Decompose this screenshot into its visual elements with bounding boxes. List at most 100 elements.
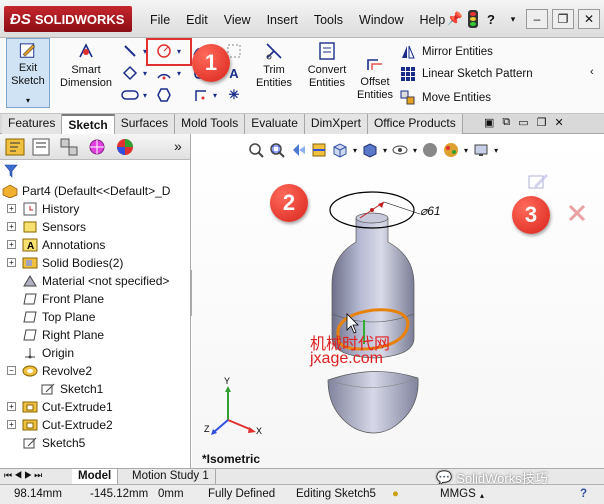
tab-sketch[interactable]: Sketch: [62, 114, 115, 134]
doc-restore-icon[interactable]: ⧉: [502, 116, 510, 129]
tree-item[interactable]: Sketch1: [0, 380, 190, 398]
restore-icon[interactable]: ❐: [552, 9, 574, 29]
arc-tool-icon[interactable]: [154, 64, 174, 82]
menu-view[interactable]: View: [216, 10, 259, 30]
move-entities-button[interactable]: Move Entities: [400, 90, 491, 106]
annotations-icon: A: [22, 238, 38, 252]
title-bar-right: 📌 ? ▾ – ❐ ✕: [446, 9, 600, 29]
tree-item[interactable]: + History: [0, 200, 190, 218]
callout-badge-3: 3: [512, 196, 550, 234]
solidworks-logo[interactable]: ƉS SOLIDWORKS: [4, 6, 132, 32]
slot-tool-icon[interactable]: [120, 86, 140, 104]
arc-dropdown-icon[interactable]: ▾: [174, 64, 184, 82]
tab-motion-study-1[interactable]: Motion Study 1: [126, 469, 216, 485]
doc-minimize-icon[interactable]: ▭: [518, 116, 528, 129]
menu-file[interactable]: File: [142, 10, 178, 30]
tree-item[interactable]: − Revolve2: [0, 362, 190, 380]
close-icon[interactable]: ✕: [578, 9, 600, 29]
graphics-area[interactable]: ▾ ▾ ▾ ▾ ▾ Y X Z ⌀61 机械时代网 jxage.com *Iso…: [192, 134, 604, 468]
expand-icon[interactable]: −: [7, 366, 16, 375]
point-dropdown-icon[interactable]: ▾: [210, 86, 220, 104]
tree-item[interactable]: Origin: [0, 344, 190, 362]
expand-icon[interactable]: +: [7, 420, 16, 429]
tree-item-label: Part4 (Default<<Default>_D: [22, 184, 171, 198]
tree-item[interactable]: + Cut-Extrude2: [0, 416, 190, 434]
point-tool-icon[interactable]: [190, 86, 210, 104]
menu-insert[interactable]: Insert: [259, 10, 306, 30]
expand-icon[interactable]: +: [7, 402, 16, 411]
watermark-url: jxage.com: [310, 350, 383, 367]
rebuild-traffic-light-icon[interactable]: [468, 10, 478, 28]
tree-item[interactable]: Right Plane: [0, 326, 190, 344]
tab-surfaces[interactable]: Surfaces: [114, 114, 176, 134]
dimxpertmanager-tab-icon[interactable]: [86, 137, 108, 157]
configurationmanager-tab-icon[interactable]: [58, 137, 80, 157]
tree-item-part[interactable]: Part4 (Default<<Default>_D: [0, 182, 190, 200]
rectangle-dropdown-icon[interactable]: ▾: [140, 64, 150, 82]
logo-text: SOLIDWORKS: [34, 11, 125, 27]
help-status-icon[interactable]: ?: [580, 488, 587, 500]
exit-sketch-button[interactable]: Exit Sketch ▾: [6, 38, 50, 108]
minimize-icon[interactable]: –: [526, 9, 548, 29]
tree-item[interactable]: Material <not specified>: [0, 272, 190, 290]
callout-badge-2: 2: [270, 184, 308, 222]
units-dropdown-icon[interactable]: ▴: [480, 491, 484, 500]
expand-icon[interactable]: +: [7, 204, 16, 213]
expand-icon[interactable]: +: [7, 222, 16, 231]
help-dropdown-icon[interactable]: ▾: [504, 10, 522, 28]
tab-mold-tools[interactable]: Mold Tools: [175, 114, 246, 134]
filter-icon[interactable]: [4, 164, 18, 178]
help-icon[interactable]: ?: [482, 10, 500, 28]
diameter-dimension[interactable]: ⌀61: [420, 204, 441, 218]
tree-item[interactable]: + Cut-Extrude1: [0, 398, 190, 416]
propertymanager-tab-icon[interactable]: [30, 137, 52, 157]
displaymanager-tab-icon[interactable]: [114, 137, 136, 157]
pin-icon[interactable]: 📌: [446, 10, 464, 28]
command-tabs: Features Sketch Surfaces Mold Tools Eval…: [2, 114, 463, 134]
trim-entities-button[interactable]: Trim Entities: [252, 40, 296, 90]
tree-item-label: Revolve2: [42, 364, 93, 378]
line-tool-icon[interactable]: [120, 42, 140, 60]
tab-office-products[interactable]: Office Products: [367, 114, 463, 134]
linear-sketch-pattern-button[interactable]: Linear Sketch Pattern: [400, 66, 533, 82]
plane-icon: [22, 292, 38, 306]
tab-evaluate[interactable]: Evaluate: [245, 114, 305, 134]
tree-item[interactable]: Sketch5: [0, 434, 190, 452]
menu-tools[interactable]: Tools: [306, 10, 351, 30]
expand-icon[interactable]: +: [7, 258, 16, 267]
tree-item[interactable]: + Sensors: [0, 218, 190, 236]
callout-badge-1: 1: [192, 44, 230, 82]
panel-expand-icon[interactable]: »: [174, 138, 182, 154]
rectangle-tool-icon[interactable]: [120, 64, 140, 82]
slot-dropdown-icon[interactable]: ▾: [140, 86, 150, 104]
tab-dimxpert[interactable]: DimXpert: [304, 114, 368, 134]
polygon-tool-icon[interactable]: [154, 86, 174, 104]
tab-model[interactable]: Model: [72, 469, 119, 485]
status-units[interactable]: MMGS: [440, 488, 476, 500]
tree-item[interactable]: + A Annotations: [0, 236, 190, 254]
doc-close-icon[interactable]: ✕: [555, 116, 564, 129]
menu-edit[interactable]: Edit: [178, 10, 216, 30]
mirror-entities-button[interactable]: Mirror Entities: [400, 44, 493, 60]
bottle-model[interactable]: Y X Z: [192, 134, 604, 468]
rebuild-status-icon[interactable]: ●: [392, 488, 399, 500]
ribbon-scroll-left-icon[interactable]: ‹: [590, 66, 594, 78]
menu-window[interactable]: Window: [351, 10, 411, 30]
move-entities-icon: [400, 90, 415, 105]
tree-item[interactable]: + Solid Bodies(2): [0, 254, 190, 272]
tile-icon[interactable]: ▣: [484, 116, 494, 129]
tree-item[interactable]: Front Plane: [0, 290, 190, 308]
offset-entities-button[interactable]: Offset Entities: [354, 52, 396, 102]
exit-sketch-label: Exit Sketch: [11, 62, 45, 87]
tabs-scroll-icons[interactable]: ⏮◀▶⏭: [4, 470, 44, 481]
smart-dimension-button[interactable]: Smart Dimension: [60, 40, 112, 90]
tab-features[interactable]: Features: [2, 114, 63, 134]
point-icon[interactable]: ✳: [224, 86, 244, 104]
chevron-down-icon[interactable]: ▾: [26, 94, 30, 107]
featuremanager-tab-icon[interactable]: [4, 137, 26, 157]
tree-item[interactable]: Top Plane: [0, 308, 190, 326]
doc-maximize-icon[interactable]: ❐: [537, 116, 547, 129]
convert-entities-button[interactable]: Convert Entities: [304, 40, 350, 90]
tree-item-label: Cut-Extrude1: [42, 400, 113, 414]
expand-icon[interactable]: +: [7, 240, 16, 249]
